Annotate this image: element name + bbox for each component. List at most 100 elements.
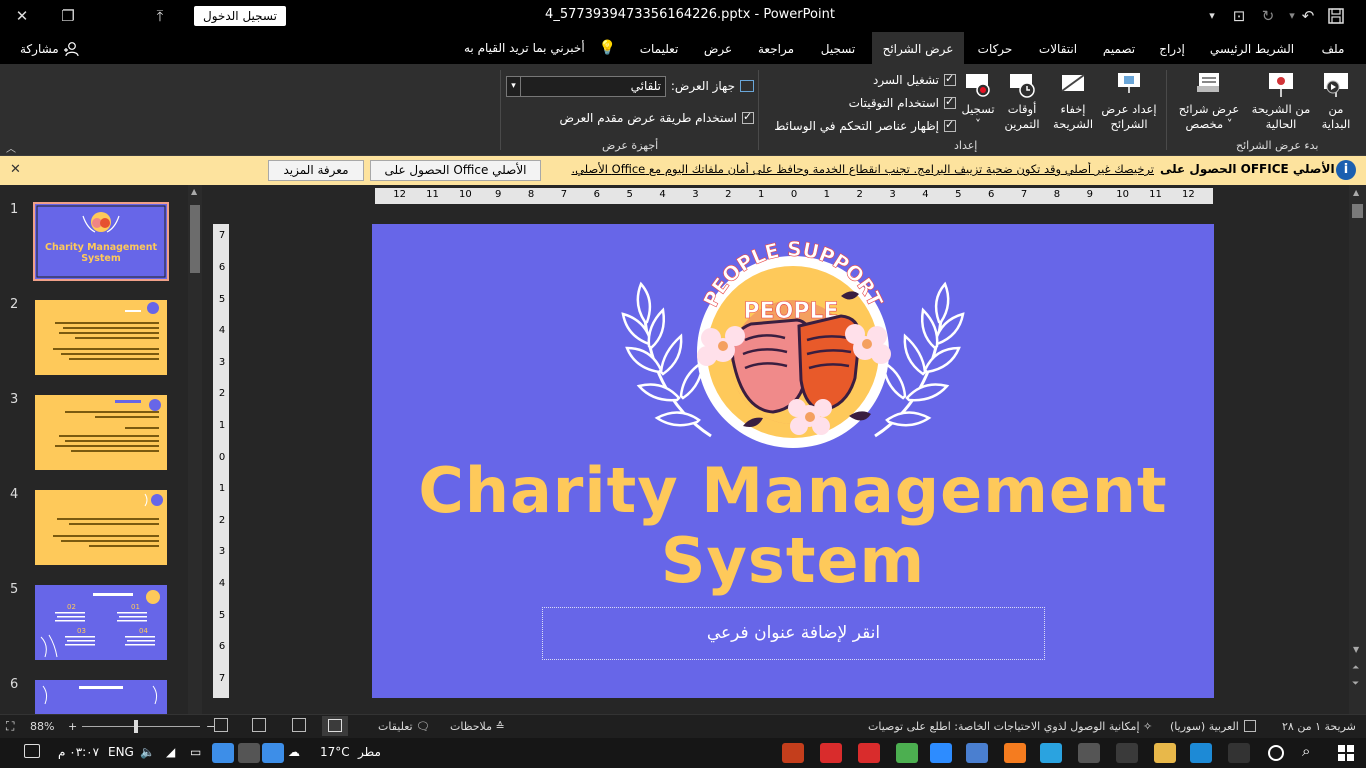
tab-home[interactable]: الشريط الرئيسي — [1202, 32, 1302, 64]
hide-slide-button[interactable]: إخفاء الشريحة — [1050, 70, 1096, 132]
customize-toolbar-icon[interactable]: ▾ — [1200, 4, 1224, 28]
search-icon[interactable]: ⌕ — [1302, 742, 1310, 760]
tab-file[interactable]: ملف — [1316, 32, 1350, 64]
tab-animations[interactable]: حركات — [970, 32, 1020, 64]
undo-icon[interactable]: ↶ — [1296, 4, 1320, 28]
tab-slideshow[interactable]: عرض الشرائح — [872, 32, 964, 64]
scroll-up-icon[interactable]: ▲ — [1353, 188, 1359, 197]
zoom-in-icon[interactable]: + — [68, 720, 77, 733]
scroll-up-icon[interactable]: ▲ — [191, 187, 197, 196]
tab-help[interactable]: تعليمات — [630, 32, 688, 64]
tab-insert[interactable]: إدراج — [1152, 32, 1192, 64]
thumbnails-scrollbar[interactable]: ▲ — [188, 185, 202, 714]
slide-thumbnail-6[interactable] — [35, 680, 167, 714]
clock-time[interactable]: ٠٣:٠٧ م — [58, 745, 99, 759]
tab-record[interactable]: تسجيل — [812, 32, 864, 64]
language-status[interactable]: العربية (سوريا) — [1170, 720, 1239, 733]
accessibility-status[interactable]: إمكانية الوصول لذوي الاحتياجات الخاصة: ا… — [868, 720, 1152, 733]
ribbon-display-options-icon[interactable]: ⤒ — [148, 4, 172, 28]
collapse-ribbon-icon[interactable]: ︿ — [6, 140, 16, 155]
volume-icon[interactable]: 🔈 — [140, 745, 155, 759]
spelling-icon[interactable] — [1244, 720, 1256, 732]
scrollbar-thumb[interactable] — [1352, 204, 1363, 218]
present-from-beginning-icon[interactable]: ⊡ — [1227, 4, 1251, 28]
edge-taskbar-icon[interactable] — [1190, 743, 1212, 763]
zoom-taskbar-icon[interactable] — [930, 743, 952, 763]
zoom-slider-thumb[interactable] — [134, 720, 138, 733]
fit-to-window-icon[interactable]: ⛶ — [6, 719, 14, 734]
mail-taskbar-icon[interactable] — [1078, 743, 1100, 763]
tray-app-icon[interactable] — [238, 743, 260, 763]
slide-thumbnail-2[interactable] — [35, 300, 167, 375]
tab-review[interactable]: مراجعة — [748, 32, 804, 64]
slide-canvas[interactable]: PEOPLE SUPPORT PEOPLE Charity Management… — [372, 224, 1214, 698]
wifi-icon[interactable]: ◢ — [166, 745, 175, 759]
scroll-down-icon[interactable]: ▼ — [1353, 645, 1359, 654]
monitor-select[interactable]: تلقائي ▾ — [506, 76, 666, 97]
powerpoint-taskbar-icon[interactable] — [782, 743, 804, 763]
store-taskbar-icon[interactable] — [1116, 743, 1138, 763]
comments-button[interactable]: تعليقات 🗨 — [378, 720, 430, 733]
notes-button[interactable]: ملاحظات ≙ — [450, 720, 505, 733]
reading-view-icon[interactable] — [252, 718, 266, 732]
slide-thumbnail-1[interactable]: Charity Management System — [33, 202, 169, 281]
tell-me-search[interactable]: أخبرني بما تريد القيام به 💡 — [464, 40, 616, 56]
custom-slideshow-button[interactable]: عرض شرائح مخصص ˅ — [1174, 70, 1244, 132]
editor-scrollbar[interactable]: ▲ ▼ ⏶ ⏷ — [1349, 185, 1366, 714]
slideshow-view-icon[interactable] — [214, 718, 228, 732]
play-narrations-checkbox[interactable]: تشغيل السرد — [840, 72, 956, 88]
app-taskbar-icon[interactable] — [1004, 743, 1026, 763]
setup-slideshow-button[interactable]: إعداد عرض الشرائح — [1098, 70, 1160, 132]
slide-thumbnail-4[interactable] — [35, 490, 167, 565]
redo-icon[interactable]: ↻ — [1256, 4, 1280, 28]
slide-sorter-icon[interactable] — [292, 718, 306, 732]
next-slide-icon[interactable]: ⏷ — [1352, 679, 1359, 689]
cortana-icon[interactable] — [1268, 745, 1284, 761]
input-language[interactable]: ENG — [108, 745, 134, 759]
tab-design[interactable]: تصميم — [1094, 32, 1144, 64]
weather-temperature[interactable]: 17°C — [320, 745, 350, 759]
record-slideshow-button[interactable]: تسجيل ˅ — [956, 70, 1000, 132]
tab-view[interactable]: عرض — [698, 32, 738, 64]
notification-icon[interactable] — [24, 744, 40, 758]
warning-message[interactable]: ترخيصك غير أصلي وقد تكون ضحية تزييف البر… — [562, 162, 1154, 176]
slide-title[interactable]: Charity Management System — [372, 456, 1214, 596]
zoom-level[interactable]: 88% — [30, 720, 54, 733]
anydesk-taskbar-icon[interactable] — [858, 743, 880, 763]
slide-thumbnail-5[interactable]: 01 02 03 04 — [35, 585, 167, 660]
anydesk-taskbar-icon[interactable] — [820, 743, 842, 763]
from-current-slide-button[interactable]: من الشريحة الحالية — [1248, 70, 1314, 132]
restore-icon[interactable]: ❐ — [56, 4, 80, 28]
normal-view-icon[interactable] — [322, 716, 348, 736]
get-genuine-office-button[interactable]: الحصول على Office الأصلي — [370, 160, 541, 181]
tab-transitions[interactable]: انتقالات — [1030, 32, 1086, 64]
app-taskbar-icon[interactable] — [896, 743, 918, 763]
learn-more-button[interactable]: معرفة المزيد — [268, 160, 364, 181]
weather-condition[interactable]: مطر — [358, 745, 381, 759]
tray-app-icon[interactable] — [212, 743, 234, 763]
windows-logo-icon — [1347, 754, 1354, 761]
scrollbar-thumb[interactable] — [190, 205, 200, 273]
task-view-icon[interactable] — [1228, 743, 1250, 763]
tray-app-icon[interactable] — [262, 743, 284, 763]
save-icon[interactable] — [1324, 4, 1348, 28]
share-button[interactable]: مشاركة — [20, 39, 79, 59]
show-media-controls-checkbox[interactable]: إظهار عناصر التحكم في الوسائط — [760, 118, 956, 134]
close-warning-icon[interactable]: ✕ — [10, 162, 21, 177]
subtitle-placeholder[interactable]: انقر لإضافة عنوان فرعي — [542, 607, 1045, 660]
battery-icon[interactable]: ▭ — [190, 745, 201, 759]
close-icon[interactable]: ✕ — [10, 4, 34, 28]
use-timings-checkbox[interactable]: استخدام التوقيتات — [820, 95, 956, 111]
file-explorer-taskbar-icon[interactable] — [1154, 743, 1176, 763]
previous-slide-icon[interactable]: ⏶ — [1352, 663, 1359, 673]
telegram-taskbar-icon[interactable] — [1040, 743, 1062, 763]
presenter-view-checkbox[interactable]: استخدام طريقة عرض مقدم العرض — [559, 110, 754, 126]
sign-in-button[interactable]: تسجيل الدخول — [194, 6, 286, 26]
accessibility-label: إمكانية الوصول لذوي الاحتياجات الخاصة: ا… — [868, 720, 1140, 733]
slide-thumbnail-3[interactable] — [35, 395, 167, 470]
from-beginning-button[interactable]: من البداية — [1314, 70, 1358, 132]
rehearse-timings-button[interactable]: أوقات التمرين — [1000, 70, 1044, 132]
zoom-slider[interactable] — [82, 720, 200, 733]
start-button[interactable] — [1338, 745, 1354, 761]
app-taskbar-icon[interactable] — [966, 743, 988, 763]
